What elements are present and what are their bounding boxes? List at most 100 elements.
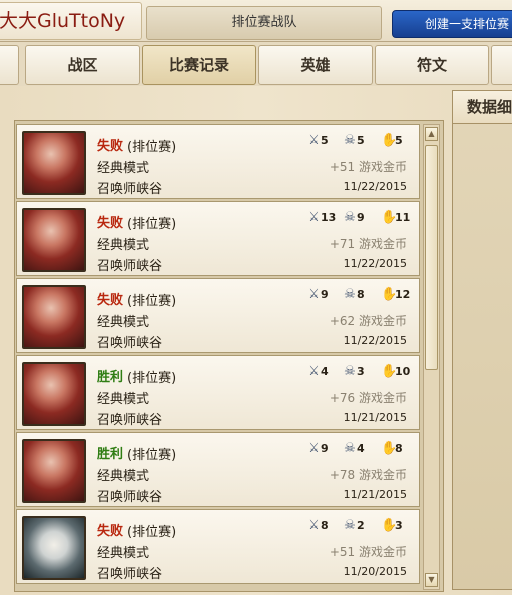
ranked-team-tab[interactable]: 排位赛战队 [146, 6, 382, 40]
detail-panel-title: 数据细 [452, 90, 512, 124]
match-date: 11/20/2015 [343, 565, 407, 578]
deaths-stat: ☠4 [343, 441, 365, 456]
match-date: 11/22/2015 [343, 180, 407, 193]
assists-icon: ✋ [381, 133, 398, 148]
match-row[interactable]: 失败 (排位赛) 经典模式 召唤师峡谷 ⚔5 ☠5 ✋5 +51 游戏金币 11/22/2015 [16, 124, 420, 199]
deaths-icon: ☠ [344, 364, 356, 379]
gold-earned: +71 游戏金币 [329, 237, 407, 251]
match-list-scrollbar[interactable]: ▲ ▼ [423, 124, 440, 590]
game-mode: 经典模式 [97, 315, 150, 330]
deaths-stat: ☠3 [343, 364, 365, 379]
kills-icon: ⚔ [308, 441, 320, 456]
deaths-stat: ☠5 [343, 133, 364, 148]
match-date: 11/22/2015 [343, 334, 407, 347]
scroll-down-arrow-icon[interactable]: ▼ [425, 573, 438, 587]
tab-match-history[interactable]: 比赛记录 [142, 45, 256, 85]
kills-icon: ⚔ [308, 364, 320, 379]
champion-portrait [22, 208, 86, 272]
assists-stat: ✋8 [381, 441, 403, 456]
map-name: 召唤师峡谷 [97, 182, 163, 197]
queue-type: (排位赛) [127, 448, 177, 463]
tab-overflow-left[interactable] [0, 45, 19, 85]
deaths-value: 4 [357, 442, 365, 455]
kills-icon: ⚔ [308, 210, 320, 225]
deaths-value: 8 [357, 288, 365, 301]
deaths-stat: ☠9 [343, 210, 365, 225]
kills-stat: ⚔9 [307, 287, 328, 302]
deaths-stat: ☠8 [343, 287, 365, 302]
gold-earned: +78 游戏金币 [329, 468, 407, 482]
assists-value: 12 [395, 288, 411, 301]
match-result: 失败 [97, 139, 124, 154]
profile-tab-row: 战区 比赛记录 英雄 符文 [0, 42, 512, 86]
match-date: 11/22/2015 [343, 257, 407, 270]
match-list: 失败 (排位赛) 经典模式 召唤师峡谷 ⚔5 ☠5 ✋5 +51 游戏金币 11/22/2015… [16, 124, 420, 590]
match-result: 失败 [97, 524, 124, 539]
match-row[interactable]: 失败 (排位赛) 经典模式 召唤师峡谷 ⚔13 ☠9 ✋11 +71 游戏金币 11/22/20… [16, 201, 420, 276]
queue-type: (排位赛) [127, 217, 177, 232]
match-row[interactable]: 失败 (排位赛) 经典模式 召唤师峡谷 ⚔8 ☠2 ✋3 +51 游戏金币 11/20/2015 [16, 509, 420, 584]
match-result: 胜利 [97, 447, 124, 462]
assists-value: 10 [395, 365, 411, 378]
match-row[interactable]: 胜利 (排位赛) 经典模式 召唤师峡谷 ⚔9 ☠4 ✋8 +78 游戏金币 11/21/2015 [16, 432, 420, 507]
gold-earned: +51 游戏金币 [329, 160, 407, 174]
deaths-icon: ☠ [344, 287, 356, 302]
match-result: 失败 [97, 293, 124, 308]
assists-stat: ✋3 [381, 518, 403, 533]
deaths-icon: ☠ [344, 441, 356, 456]
map-name: 召唤师峡谷 [97, 490, 163, 505]
game-mode: 经典模式 [97, 161, 150, 176]
create-ranked-team-button[interactable]: 创建一支排位赛 [392, 10, 512, 38]
map-name: 召唤师峡谷 [97, 567, 163, 582]
tab-runes[interactable]: 符文 [375, 45, 489, 85]
game-mode: 经典模式 [97, 238, 150, 253]
tab-champions[interactable]: 英雄 [258, 45, 373, 85]
assists-icon: ✋ [381, 287, 398, 302]
kills-value: 5 [321, 134, 329, 147]
player-name: 大大GluTtoNy [0, 2, 142, 40]
kills-stat: ⚔9 [307, 441, 329, 456]
queue-type: (排位赛) [127, 140, 177, 155]
top-bar: 大大GluTtoNy 排位赛战队 创建一支排位赛 [0, 0, 512, 42]
kills-stat: ⚔4 [307, 364, 329, 379]
assists-stat: ✋12 [381, 287, 410, 302]
match-result: 胜利 [97, 370, 124, 385]
queue-type: (排位赛) [127, 294, 177, 309]
map-name: 召唤师峡谷 [97, 259, 163, 274]
deaths-icon: ☠ [344, 210, 356, 225]
match-row[interactable]: 失败 (排位赛) 经典模式 召唤师峡谷 ⚔9 ☠8 ✋12 +62 游戏金币 11/22/201… [16, 278, 420, 353]
scroll-thumb[interactable] [425, 145, 438, 370]
assists-stat: ✋10 [381, 364, 410, 379]
queue-type: (排位赛) [127, 525, 177, 540]
kills-stat: ⚔8 [307, 518, 329, 533]
kills-value: 4 [321, 365, 329, 378]
kills-value: 8 [321, 519, 329, 532]
match-date: 11/21/2015 [343, 411, 407, 424]
kills-value: 13 [321, 211, 337, 224]
kills-icon: ⚔ [308, 518, 320, 533]
deaths-value: 9 [357, 211, 365, 224]
champion-portrait [22, 439, 86, 503]
deaths-stat: ☠2 [343, 518, 365, 533]
tab-zone[interactable]: 战区 [25, 45, 140, 85]
tab-overflow-right[interactable] [491, 45, 512, 85]
assists-stat: ✋5 [381, 133, 403, 148]
champion-portrait [22, 285, 86, 349]
match-row[interactable]: 胜利 (排位赛) 经典模式 召唤师峡谷 ⚔4 ☠3 ✋10 +76 游戏金币 11/21/201… [16, 355, 420, 430]
champion-portrait [22, 516, 86, 580]
assists-value: 5 [395, 134, 403, 147]
kills-icon: ⚔ [308, 133, 320, 148]
gold-earned: +51 游戏金币 [329, 545, 407, 559]
kills-value: 9 [321, 442, 329, 455]
assists-value: 8 [395, 442, 403, 455]
gold-earned: +76 游戏金币 [329, 391, 407, 405]
deaths-value: 3 [357, 365, 365, 378]
scroll-up-arrow-icon[interactable]: ▲ [425, 127, 438, 141]
deaths-value: 2 [357, 519, 365, 532]
assists-stat: ✋11 [381, 210, 410, 225]
assists-value: 3 [395, 519, 403, 532]
champion-portrait [22, 362, 86, 426]
deaths-icon: ☠ [344, 518, 356, 533]
kills-stat: ⚔5 [307, 133, 329, 148]
champion-portrait [22, 131, 86, 195]
